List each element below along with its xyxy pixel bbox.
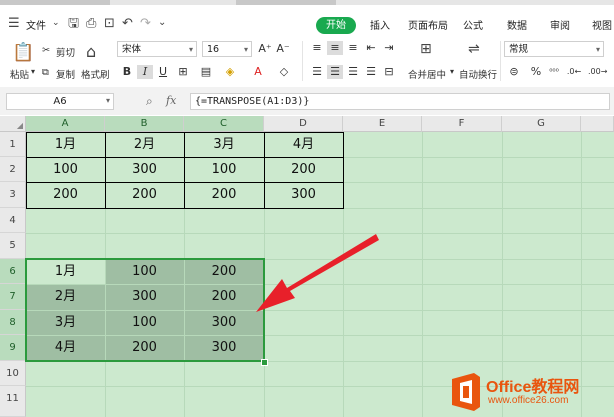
paste-icon[interactable]: 📋 bbox=[12, 44, 34, 62]
customize-dropdown-icon[interactable]: ⌄ bbox=[158, 16, 166, 29]
office-logo-icon bbox=[452, 373, 480, 411]
scissors-icon[interactable]: ✂ bbox=[42, 45, 50, 56]
menu-bar: ☰ 文件 ⌄ 🖫 ⎙ ⊡ ↶ ↷ ⌄ 开始 插入 页面布局 公式 数据 审阅 视… bbox=[0, 5, 614, 37]
orientation-icon[interactable]: ⇤ bbox=[363, 41, 379, 55]
align-bottom-icon[interactable]: ≡ bbox=[345, 41, 361, 55]
cell-style-icon[interactable]: ▤ bbox=[198, 65, 214, 79]
chevron-down-icon: ▾ bbox=[595, 45, 600, 54]
copy-button[interactable]: 复制 bbox=[56, 67, 75, 81]
divider bbox=[500, 41, 501, 81]
cut-button[interactable]: 剪切 bbox=[56, 45, 75, 59]
wrap-text-icon[interactable]: ⇌ bbox=[468, 42, 480, 56]
align-left-icon[interactable]: ☰ bbox=[309, 65, 325, 79]
align-right-icon[interactable]: ☰ bbox=[345, 65, 361, 79]
wrap-text-button[interactable]: 自动换行 bbox=[459, 67, 497, 81]
decrease-decimal-icon[interactable]: .00→ bbox=[588, 65, 607, 79]
hamburger-menu-icon[interactable]: ☰ bbox=[8, 17, 20, 30]
function-icon[interactable]: fx bbox=[166, 94, 176, 107]
align-center-icon[interactable]: ☰ bbox=[327, 65, 343, 79]
watermark: Office教程网 www.office26.com bbox=[446, 367, 614, 417]
formula-input[interactable]: {=TRANSPOSE(A1:D3)} bbox=[190, 93, 610, 110]
align-top-icon[interactable]: ≡ bbox=[309, 41, 325, 55]
currency-icon[interactable]: ⊜ bbox=[506, 65, 522, 79]
clear-format-icon[interactable]: ◇ bbox=[276, 65, 292, 79]
font-name-value: 宋体 bbox=[122, 44, 142, 55]
font-size-select[interactable]: 16 ▾ bbox=[202, 41, 252, 57]
chevron-down-icon: ▾ bbox=[188, 45, 193, 54]
undo-icon[interactable]: ↶ bbox=[122, 17, 133, 30]
tab-view[interactable]: 视图 bbox=[592, 17, 612, 32]
watermark-url: www.office26.com bbox=[488, 395, 569, 406]
tab-data[interactable]: 数据 bbox=[507, 17, 527, 32]
underline-icon[interactable]: U bbox=[155, 65, 171, 79]
justify-icon[interactable]: ☰ bbox=[363, 65, 379, 79]
print-icon[interactable]: ⎙ bbox=[86, 17, 96, 30]
formula-bar: A6 ▾ ⌕ fx {=TRANSPOSE(A1:D3)} bbox=[0, 87, 614, 115]
redo-icon[interactable]: ↷ bbox=[140, 17, 151, 30]
chevron-down-icon: ▾ bbox=[243, 45, 248, 54]
thousands-icon[interactable]: ⁰⁰⁰ bbox=[546, 65, 562, 79]
distributed-icon[interactable]: ⊟ bbox=[381, 65, 397, 79]
name-box[interactable]: A6 bbox=[6, 93, 114, 110]
format-painter-button[interactable]: 格式刷 bbox=[81, 67, 110, 81]
copy-icon[interactable]: ⧉ bbox=[42, 67, 49, 78]
border-icon[interactable]: ⊞ bbox=[175, 65, 191, 79]
percent-icon[interactable]: % bbox=[528, 65, 544, 79]
decrease-font-icon[interactable]: A⁻ bbox=[275, 42, 291, 56]
ribbon-toolbar: 📋 粘贴 ▾ ✂ 剪切 ⧉ 复制 ⌂ 格式刷 宋体 ▾ 16 ▾ A⁺ A⁻ B… bbox=[0, 37, 614, 87]
increase-decimal-icon[interactable]: .0← bbox=[566, 65, 582, 79]
align-middle-icon[interactable]: ≡ bbox=[327, 41, 343, 55]
menu-file[interactable]: 文件 bbox=[26, 17, 46, 32]
paste-dropdown-icon[interactable]: ▾ bbox=[31, 67, 35, 76]
font-name-select[interactable]: 宋体 ▾ bbox=[117, 41, 197, 57]
zoom-icon[interactable]: ⌕ bbox=[146, 94, 153, 109]
tab-insert[interactable]: 插入 bbox=[370, 17, 390, 32]
divider bbox=[302, 41, 303, 81]
italic-icon[interactable]: I bbox=[137, 65, 153, 79]
merge-center-icon[interactable]: ⊞ bbox=[420, 42, 432, 56]
watermark-title: Office教程网 bbox=[486, 379, 580, 396]
tab-home[interactable]: 开始 bbox=[316, 17, 356, 34]
number-format-value: 常规 bbox=[509, 44, 529, 55]
merge-center-button[interactable]: 合并居中 bbox=[408, 67, 446, 81]
tab-page-layout[interactable]: 页面布局 bbox=[408, 17, 448, 32]
print-preview-icon[interactable]: ⊡ bbox=[104, 17, 115, 30]
indent-icon[interactable]: ⇥ bbox=[381, 41, 397, 55]
chevron-down-icon[interactable]: ⌄ bbox=[52, 17, 60, 30]
fill-color-icon[interactable]: ◈ bbox=[222, 65, 238, 79]
chevron-down-icon[interactable]: ▾ bbox=[450, 67, 454, 76]
format-painter-icon[interactable]: ⌂ bbox=[86, 44, 96, 60]
font-size-value: 16 bbox=[207, 44, 220, 55]
cell-reference: A6 bbox=[53, 96, 67, 107]
bold-icon[interactable]: B bbox=[119, 65, 135, 79]
paste-button[interactable]: 粘贴 bbox=[10, 67, 29, 81]
tab-formulas[interactable]: 公式 bbox=[463, 17, 483, 32]
tab-review[interactable]: 审阅 bbox=[550, 17, 570, 32]
chevron-down-icon[interactable]: ▾ bbox=[106, 96, 110, 105]
increase-font-icon[interactable]: A⁺ bbox=[257, 42, 273, 56]
font-color-icon[interactable]: A bbox=[250, 65, 266, 79]
save-icon[interactable]: 🖫 bbox=[68, 17, 79, 30]
number-format-select[interactable]: 常规 ▾ bbox=[504, 41, 604, 57]
